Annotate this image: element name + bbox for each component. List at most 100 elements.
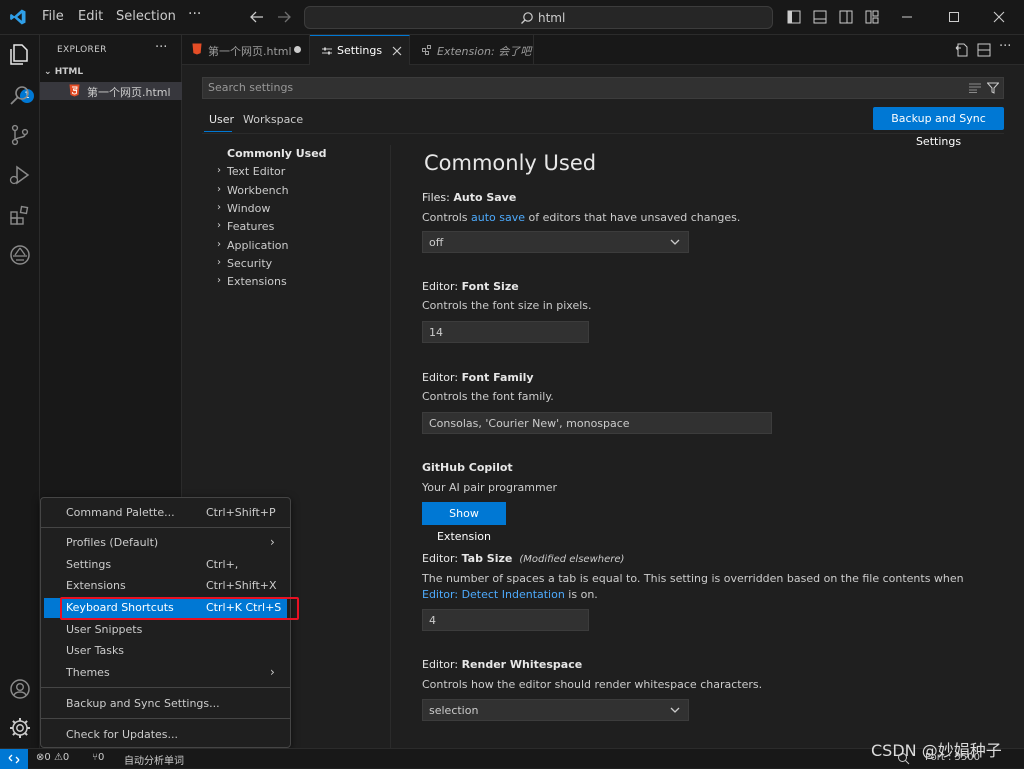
remote-explorer-icon[interactable] — [8, 243, 32, 267]
vscode-logo-icon — [10, 9, 26, 25]
chevron-down-icon — [670, 239, 680, 245]
menu-separator — [41, 687, 290, 688]
menu-check-updates[interactable]: Check for Updates... — [44, 725, 287, 745]
command-center-search[interactable]: html — [304, 6, 773, 29]
chevron-right-icon: › — [217, 220, 221, 231]
tab-extension[interactable]: Extension: 会了吧 — [410, 35, 534, 65]
explorer-more-button[interactable]: ··· — [155, 40, 167, 55]
setting-tab-size-desc: The number of spaces a tab is equal to. … — [422, 572, 964, 601]
search-icon — [521, 12, 533, 24]
backup-sync-button[interactable]: Backup and Sync Settings — [873, 107, 1004, 148]
chevron-right-icon: › — [217, 257, 221, 268]
tab-html-file[interactable]: 第一个网页.html — [182, 35, 310, 65]
folder-html[interactable]: ⌄ HTML — [44, 67, 83, 77]
minimize-icon[interactable] — [899, 9, 915, 25]
tab-size-input[interactable]: 4 — [422, 609, 589, 631]
toc-features[interactable]: › Features — [217, 220, 275, 233]
annotation-highlight-box — [60, 597, 299, 620]
menu-command-palette[interactable]: Command Palette... Ctrl+Shift+P — [44, 503, 287, 523]
setting-auto-save-title: Files: Auto Save — [422, 191, 517, 204]
menu-settings[interactable]: Settings Ctrl+, — [44, 555, 287, 575]
run-debug-icon[interactable] — [8, 163, 32, 187]
toc-extensions[interactable]: › Extensions — [217, 275, 287, 288]
settings-search-input[interactable]: Search settings — [202, 77, 1004, 99]
close-window-icon[interactable] — [991, 9, 1007, 25]
toc-label: Text Editor — [227, 165, 286, 178]
menu-user-tasks[interactable]: User Tasks — [44, 641, 287, 661]
toc-text-editor[interactable]: › Text Editor — [217, 165, 286, 178]
problems-indicator[interactable]: ⊗0 ⚠0 — [36, 752, 69, 763]
explorer-title: EXPLORER — [57, 45, 107, 55]
toggle-panel-icon[interactable] — [813, 10, 827, 24]
auto-save-value: off — [429, 236, 444, 249]
settings-editor-icon — [322, 47, 332, 55]
split-editor-icon[interactable] — [977, 43, 991, 57]
more-actions-button[interactable]: ··· — [999, 39, 1011, 54]
title-bar: File Edit Selection ··· html — [0, 0, 1024, 35]
toc-workbench[interactable]: › Workbench — [217, 184, 289, 197]
back-arrow-icon[interactable] — [250, 10, 264, 24]
customize-layout-icon[interactable] — [865, 10, 879, 24]
toc-label: Extensions — [227, 275, 287, 288]
settings-divider — [202, 133, 1004, 134]
unsaved-dot-icon[interactable] — [294, 46, 301, 53]
file-item[interactable]: 第一个网页.html — [40, 82, 182, 100]
search-view-icon[interactable] — [8, 83, 32, 107]
accounts-icon[interactable] — [8, 677, 32, 701]
manage-gear-icon[interactable] — [8, 716, 32, 740]
font-family-input[interactable]: Consolas, 'Courier New', monospace — [422, 412, 772, 434]
menu-edit[interactable]: Edit — [78, 9, 103, 24]
clear-filter-icon[interactable] — [969, 83, 981, 93]
detect-indentation-link[interactable]: Editor: Detect Indentation — [422, 588, 565, 601]
menu-themes[interactable]: Themes › — [44, 663, 287, 683]
open-settings-json-icon[interactable] — [955, 43, 969, 57]
menu-user-snippets[interactable]: User Snippets — [44, 620, 287, 640]
close-tab-icon[interactable] — [392, 46, 402, 56]
toc-label: Features — [227, 220, 275, 233]
menu-more-button[interactable]: ··· — [188, 6, 201, 22]
toc-window[interactable]: › Window — [217, 202, 270, 215]
tab-workspace[interactable]: Workspace — [243, 113, 303, 126]
remote-indicator[interactable] — [0, 749, 28, 769]
menu-backup-sync[interactable]: Backup and Sync Settings... — [44, 694, 287, 714]
menu-selection[interactable]: Selection — [116, 9, 176, 24]
chevron-right-icon: › — [217, 275, 221, 286]
toggle-secondary-sidebar-icon[interactable] — [839, 10, 853, 24]
file-label: 第一个网页.html — [87, 86, 171, 99]
source-control-icon[interactable] — [8, 123, 32, 147]
folder-label: HTML — [54, 67, 84, 77]
render-whitespace-select[interactable]: selection — [422, 699, 689, 721]
tab-user[interactable]: User — [209, 113, 234, 126]
maximize-icon[interactable] — [946, 9, 962, 25]
forward-arrow-icon[interactable] — [277, 10, 291, 24]
toc-application[interactable]: › Application — [217, 239, 288, 252]
active-scope-underline — [204, 131, 232, 132]
auto-save-select[interactable]: off — [422, 231, 689, 253]
extensions-icon[interactable] — [8, 203, 32, 227]
auto-save-link[interactable]: auto save — [471, 211, 525, 224]
menu-file[interactable]: File — [42, 9, 64, 24]
setting-copilot-title: GitHub Copilot — [422, 461, 513, 474]
toggle-primary-sidebar-icon[interactable] — [787, 10, 801, 24]
csdn-watermark: CSDN @妙娟种子 — [871, 741, 1002, 760]
explorer-icon[interactable] — [8, 42, 32, 66]
font-size-input[interactable]: 14 — [422, 321, 589, 343]
setting-font-family-title: Editor: Font Family — [422, 371, 534, 384]
setting-tab-size-title: Editor: Tab Size (Modified elsewhere) — [422, 552, 625, 565]
menu-extensions[interactable]: Extensions Ctrl+Shift+X — [44, 576, 287, 596]
filter-icon[interactable] — [987, 82, 999, 94]
toc-commonly-used[interactable]: Commonly Used — [227, 147, 327, 160]
font-family-value: Consolas, 'Courier New', monospace — [429, 417, 630, 430]
toc-security[interactable]: › Security — [217, 257, 272, 270]
tab-settings[interactable]: Settings — [310, 35, 410, 65]
tab-size-value: 4 — [429, 614, 436, 627]
section-title: Commonly Used — [424, 151, 597, 175]
menu-profiles[interactable]: Profiles (Default) › — [44, 533, 287, 553]
warning-icon: ⚠ — [53, 752, 63, 763]
auto-analyze-status[interactable]: 自动分析单词 — [124, 752, 184, 767]
toc-divider — [390, 145, 391, 748]
setting-font-size-title: Editor: Font Size — [422, 280, 519, 293]
chevron-right-icon: › — [217, 202, 221, 213]
ports-indicator[interactable]: ⑂0 — [92, 752, 104, 763]
show-extension-button[interactable]: Show Extension — [422, 502, 506, 543]
